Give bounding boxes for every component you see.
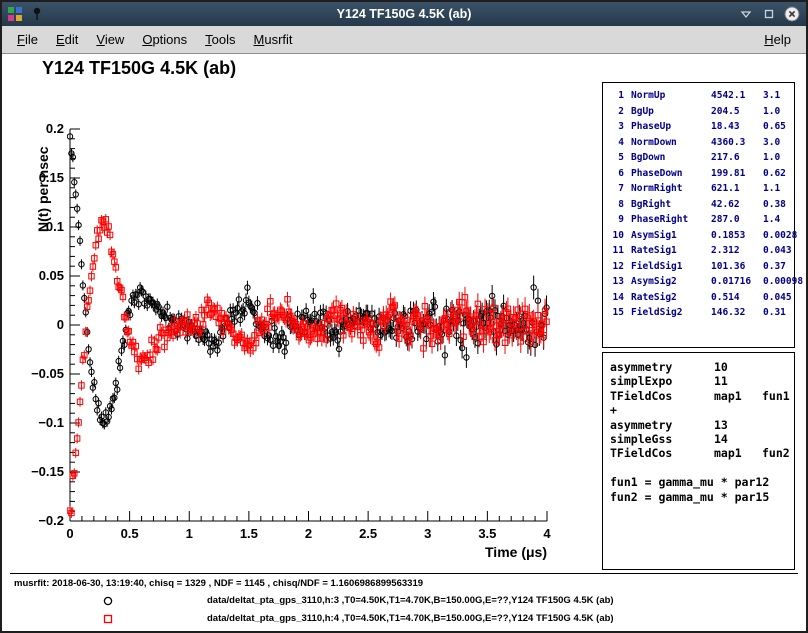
- menu-item-musrfit[interactable]: Musrfit: [245, 29, 302, 50]
- x-tick-label: 1: [186, 526, 193, 541]
- x-tick-label: 0: [66, 526, 73, 541]
- theory-line-2: simplExpo11: [610, 374, 794, 388]
- legend-entry-1: data/deltat_pta_gps_3110,h:3 ,T0=4.50K,T…: [2, 594, 806, 608]
- param-row-4: 4NormDown4360.33.0: [609, 135, 794, 151]
- titlebar[interactable]: Y124 TF150G 4.5K (ab): [2, 2, 806, 26]
- data-series-1[interactable]: [67, 132, 549, 430]
- y-tick-label: 0: [57, 317, 64, 332]
- theory-line-3: TFieldCosmap1fun1: [610, 389, 794, 403]
- data-series-2[interactable]: [67, 214, 549, 518]
- x-tick-label: 3.5: [478, 526, 496, 541]
- maximize-button[interactable]: [761, 6, 777, 22]
- y-tick-label: −0.15: [31, 464, 64, 479]
- fit-parameters-box: 1NormUp4542.13.12BgUp204.51.03PhaseUp18.…: [602, 82, 795, 348]
- param-row-5: 5BgDown217.61.0: [609, 150, 794, 166]
- y-tick-label: 0.2: [46, 121, 64, 136]
- x-tick-label: 4: [543, 526, 551, 541]
- menu-item-tools[interactable]: Tools: [196, 29, 244, 50]
- menu-items: FileEditViewOptionsToolsMusrfit: [8, 29, 302, 50]
- menu-item-edit[interactable]: Edit: [47, 29, 87, 50]
- x-tick-label: 2.5: [359, 526, 377, 541]
- pin-icon[interactable]: [29, 6, 45, 22]
- close-button[interactable]: [784, 6, 800, 22]
- app-icon[interactable]: [7, 6, 23, 22]
- param-row-14: 14RateSig20.5140.045: [609, 290, 794, 306]
- fit-status-line: musrfit: 2018-06-30, 13:19:40, chisq = 1…: [14, 578, 423, 589]
- param-row-1: 1NormUp4542.13.1: [609, 88, 794, 104]
- legend-text-1: data/deltat_pta_gps_3110,h:3 ,T0=4.50K,T…: [207, 595, 614, 606]
- theory-line-1: asymmetry10: [610, 360, 794, 374]
- y-tick-label: 0.05: [39, 268, 64, 283]
- menubar: FileEditViewOptionsToolsMusrfit Help: [2, 26, 806, 54]
- param-row-15: 15FieldSig2146.320.31: [609, 305, 794, 321]
- menu-item-view[interactable]: View: [87, 29, 133, 50]
- x-tick-label: 2: [305, 526, 312, 541]
- window-title: Y124 TF150G 4.5K (ab): [2, 2, 806, 26]
- param-row-6: 6PhaseDown199.810.62: [609, 166, 794, 182]
- param-row-9: 9PhaseRight287.01.4: [609, 212, 794, 228]
- param-row-2: 2BgUp204.51.0: [609, 104, 794, 120]
- legend-text-2: data/deltat_pta_gps_3110,h:4 ,T0=4.50K,T…: [207, 613, 614, 624]
- y-axis-title: N(t) per nsec: [35, 146, 51, 232]
- theory-line-10: fun2 = gamma_mu * par15: [610, 490, 794, 504]
- theory-line-9: fun1 = gamma_mu * par12: [610, 475, 794, 489]
- theory-line-6: simpleGss14: [610, 432, 794, 446]
- menu-item-file[interactable]: File: [8, 29, 47, 50]
- theory-line-5: asymmetry13: [610, 418, 794, 432]
- param-row-13: 13AsymSig20.017160.00098: [609, 274, 794, 290]
- y-tick-label: −0.05: [31, 366, 64, 381]
- open-circle-marker-icon: [102, 594, 114, 612]
- param-row-3: 3PhaseUp18.430.65: [609, 119, 794, 135]
- theory-line-8: [610, 461, 794, 475]
- param-row-10: 10AsymSig10.18530.0028: [609, 228, 794, 244]
- legend-entry-2: data/deltat_pta_gps_3110,h:4 ,T0=4.50K,T…: [2, 612, 806, 626]
- open-square-marker-icon: [102, 612, 114, 630]
- status-separator: [10, 573, 798, 574]
- plot-area[interactable]: 0 0.5 1 1.5 2 2.5 3 3.5 4 −0.2 −0.15 −0.1 −0.05 0 0.05…: [22, 87, 567, 577]
- theory-box: asymmetry10simplExpo11TFieldCosmap1fun1+…: [602, 352, 795, 570]
- musrview-window: Y124 TF150G 4.5K (ab) FileEditViewOption…: [0, 0, 808, 633]
- titlebar-left-icons: [7, 6, 45, 22]
- x-tick-label: 0.5: [121, 526, 139, 541]
- x-axis-title: Time (μs): [485, 544, 547, 560]
- param-row-7: 7NormRight621.11.1: [609, 181, 794, 197]
- minimize-button[interactable]: [738, 6, 754, 22]
- param-row-8: 8BgRight42.620.38: [609, 197, 794, 213]
- menu-item-options[interactable]: Options: [133, 29, 196, 50]
- root-canvas: Y124 TF150G 4.5K (ab) 0 0.5 1 1.5 2 2.5 3 3.5 4 −…: [2, 54, 806, 631]
- param-row-11: 11RateSig12.3120.043: [609, 243, 794, 259]
- y-tick-label: −0.1: [38, 415, 64, 430]
- menu-item-help[interactable]: Help: [755, 29, 800, 50]
- theory-line-7: TFieldCosmap1fun2: [610, 446, 794, 460]
- window-controls: [738, 6, 800, 22]
- x-tick-label: 3: [424, 526, 431, 541]
- param-row-12: 12FieldSig1101.360.37: [609, 259, 794, 275]
- theory-line-4: +: [610, 403, 794, 417]
- plot-title: Y124 TF150G 4.5K (ab): [42, 58, 236, 79]
- x-tick-label: 1.5: [240, 526, 258, 541]
- y-tick-label: −0.2: [38, 513, 64, 528]
